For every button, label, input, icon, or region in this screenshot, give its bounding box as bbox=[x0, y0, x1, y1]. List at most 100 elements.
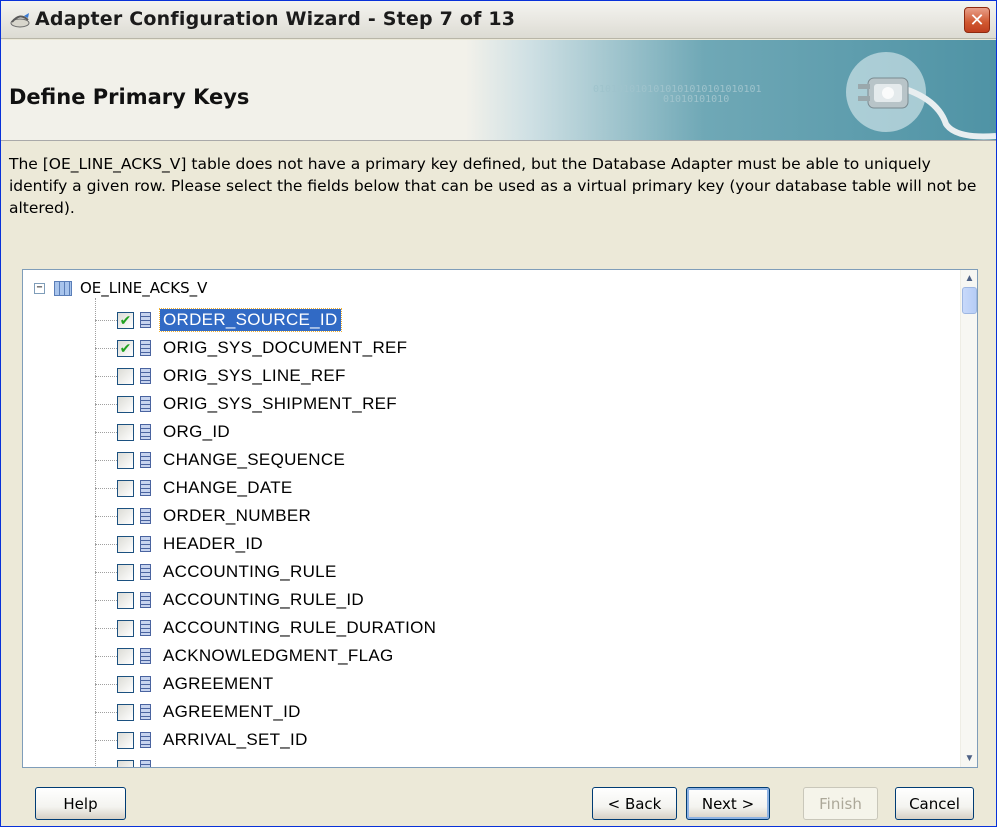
tree-item[interactable] bbox=[95, 754, 895, 769]
help-button[interactable]: Help bbox=[35, 787, 126, 820]
primary-key-checkbox[interactable] bbox=[117, 535, 134, 553]
tree-item[interactable]: ✔ ORDER_SOURCE_ID bbox=[95, 306, 895, 334]
tree-connector-line bbox=[95, 347, 117, 349]
tree-item[interactable]: ACCOUNTING_RULE_ID bbox=[95, 586, 895, 614]
primary-key-checkbox[interactable] bbox=[117, 731, 134, 749]
tree-item[interactable]: AGREEMENT bbox=[95, 670, 895, 698]
tree-item[interactable]: ACCOUNTING_RULE bbox=[95, 558, 895, 586]
back-button[interactable]: < Back bbox=[592, 787, 677, 820]
primary-key-checkbox[interactable] bbox=[117, 675, 134, 693]
column-name[interactable]: AGREEMENT_ID bbox=[160, 701, 304, 723]
tree-item[interactable]: ORG_ID bbox=[95, 418, 895, 446]
primary-key-checkbox[interactable] bbox=[117, 507, 134, 525]
tree-connector-line bbox=[95, 627, 117, 629]
page-title: Define Primary Keys bbox=[9, 85, 250, 109]
tree-item[interactable]: HEADER_ID bbox=[95, 530, 895, 558]
tree-connector-line bbox=[95, 459, 117, 461]
tree-item[interactable]: ACCOUNTING_RULE_DURATION bbox=[95, 614, 895, 642]
column-name[interactable]: ORIG_SYS_DOCUMENT_REF bbox=[160, 337, 410, 359]
tree-connector-line bbox=[95, 768, 117, 769]
primary-key-checkbox[interactable] bbox=[117, 563, 134, 581]
checkmark-icon: ✔ bbox=[119, 340, 132, 356]
tree-item[interactable]: CHANGE_DATE bbox=[95, 474, 895, 502]
scroll-up-icon[interactable]: ▲ bbox=[961, 270, 977, 287]
primary-key-checkbox[interactable]: ✔ bbox=[117, 311, 134, 329]
cancel-button-label: Cancel bbox=[909, 794, 960, 813]
primary-key-checkbox[interactable] bbox=[117, 395, 134, 413]
checkmark-icon: ✔ bbox=[119, 312, 132, 328]
scroll-down-icon[interactable]: ▼ bbox=[961, 750, 977, 767]
window-title: Adapter Configuration Wizard - Step 7 of… bbox=[35, 8, 516, 30]
close-icon: ✕ bbox=[969, 9, 985, 31]
column-icon bbox=[140, 424, 151, 440]
tree-item[interactable]: CHANGE_SEQUENCE bbox=[95, 446, 895, 474]
tree-connector-line bbox=[95, 375, 117, 377]
column-icon bbox=[140, 704, 151, 720]
primary-key-checkbox[interactable] bbox=[117, 451, 134, 469]
column-name[interactable]: ACKNOWLEDGMENT_FLAG bbox=[160, 645, 397, 667]
column-icon bbox=[140, 508, 151, 524]
tree-connector-line bbox=[95, 487, 117, 489]
column-name[interactable]: ORIG_SYS_SHIPMENT_REF bbox=[160, 393, 400, 415]
vertical-scrollbar[interactable]: ▲ ▼ bbox=[960, 270, 977, 767]
help-button-label: Help bbox=[63, 794, 98, 813]
tree-item[interactable]: ACKNOWLEDGMENT_FLAG bbox=[95, 642, 895, 670]
tree-item[interactable]: ARRIVAL_SET_ID bbox=[95, 726, 895, 754]
scroll-thumb[interactable] bbox=[962, 287, 977, 314]
column-icon bbox=[140, 312, 151, 328]
banner-binary-pattern: 0101010101010101010101010101 01010101010 bbox=[593, 85, 762, 105]
tree-root-row: − OE_LINE_ACKS_V bbox=[34, 278, 207, 298]
primary-key-checkbox[interactable] bbox=[117, 759, 134, 767]
finish-button-label: Finish bbox=[819, 794, 862, 813]
column-name[interactable]: CHANGE_DATE bbox=[160, 477, 296, 499]
column-name[interactable]: HEADER_ID bbox=[160, 533, 266, 555]
tree-item[interactable]: ✔ ORIG_SYS_DOCUMENT_REF bbox=[95, 334, 895, 362]
column-name[interactable]: ORIG_SYS_LINE_REF bbox=[160, 365, 349, 387]
tree-item[interactable]: AGREEMENT_ID bbox=[95, 698, 895, 726]
column-name[interactable]: ORG_ID bbox=[160, 421, 233, 443]
close-button[interactable]: ✕ bbox=[964, 7, 990, 33]
adapter-plug-icon bbox=[846, 52, 996, 140]
column-name[interactable]: ACCOUNTING_RULE bbox=[160, 561, 340, 583]
tree-connector-line bbox=[95, 403, 117, 405]
instructions-text: The [OE_LINE_ACKS_V] table does not have… bbox=[9, 155, 977, 217]
next-button-label: Next > bbox=[701, 794, 755, 813]
column-name[interactable]: ARRIVAL_SET_ID bbox=[160, 729, 311, 751]
back-button-label: < Back bbox=[607, 794, 662, 813]
column-icon bbox=[140, 676, 151, 692]
next-button[interactable]: Next > bbox=[686, 787, 770, 820]
column-name[interactable]: ACCOUNTING_RULE_DURATION bbox=[160, 617, 439, 639]
primary-key-checkbox[interactable] bbox=[117, 647, 134, 665]
tree-connector-line bbox=[95, 655, 117, 657]
primary-key-checkbox[interactable] bbox=[117, 367, 134, 385]
title-bar[interactable]: Adapter Configuration Wizard - Step 7 of… bbox=[1, 1, 996, 39]
primary-key-checkbox[interactable] bbox=[117, 703, 134, 721]
collapse-icon[interactable]: − bbox=[34, 282, 45, 294]
column-name[interactable]: ORDER_SOURCE_ID bbox=[159, 308, 342, 332]
column-name[interactable]: CHANGE_SEQUENCE bbox=[160, 449, 348, 471]
finish-button[interactable]: Finish bbox=[803, 787, 878, 820]
tree-connector-line bbox=[95, 739, 117, 741]
primary-key-tree[interactable]: − OE_LINE_ACKS_V ✔ ORDER_SOURCE_ID ✔ ORIG_S… bbox=[22, 269, 978, 768]
column-name[interactable] bbox=[160, 767, 166, 768]
column-icon bbox=[140, 620, 151, 636]
tree-item[interactable]: ORDER_NUMBER bbox=[95, 502, 895, 530]
table-name: OE_LINE_ACKS_V bbox=[80, 279, 208, 297]
column-name[interactable]: ORDER_NUMBER bbox=[160, 505, 314, 527]
column-icon bbox=[140, 760, 151, 767]
primary-key-checkbox[interactable] bbox=[117, 479, 134, 497]
tree-item[interactable]: ORIG_SYS_SHIPMENT_REF bbox=[95, 390, 895, 418]
tree-connector-line bbox=[95, 515, 117, 517]
column-icon bbox=[140, 536, 151, 552]
primary-key-checkbox[interactable] bbox=[117, 423, 134, 441]
column-name[interactable]: ACCOUNTING_RULE_ID bbox=[160, 589, 367, 611]
cancel-button[interactable]: Cancel bbox=[895, 787, 974, 820]
column-name[interactable]: AGREEMENT bbox=[160, 673, 276, 695]
primary-key-checkbox[interactable] bbox=[117, 591, 134, 609]
column-icon bbox=[140, 452, 151, 468]
tree-connector-line bbox=[95, 599, 117, 601]
tree-connector-line bbox=[95, 683, 117, 685]
primary-key-checkbox[interactable] bbox=[117, 619, 134, 637]
tree-item[interactable]: ORIG_SYS_LINE_REF bbox=[95, 362, 895, 390]
primary-key-checkbox[interactable]: ✔ bbox=[117, 339, 134, 357]
